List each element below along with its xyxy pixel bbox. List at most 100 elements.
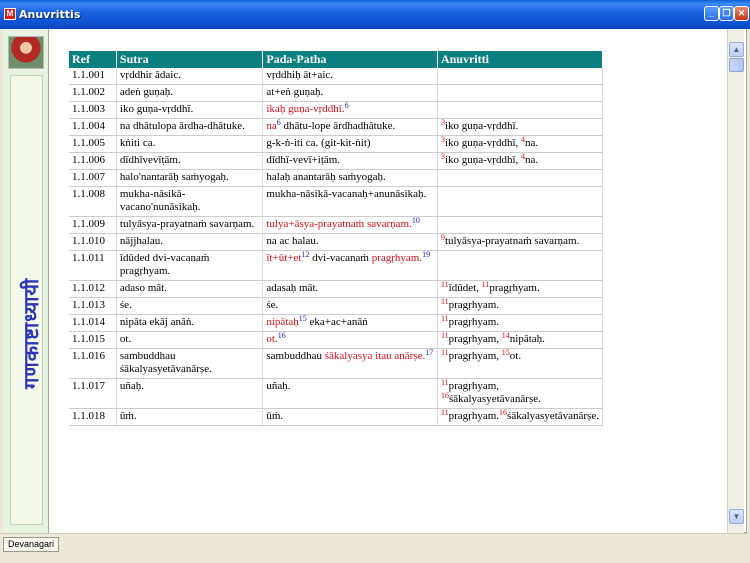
cell-ref: 1.1.014 [69,314,117,332]
table-row[interactable]: 1.1.003 iko guṇa-vṛddhī. ikaḥ guṇa-vṛddhī.… [69,101,604,119]
cell-sutra: īdūded dvi-vacanaṁ pragṛhyam. [116,250,264,281]
table-row[interactable]: 1.1.004 na dhātulopa ārdha-dhātuke. na6 dh… [69,118,604,136]
scroll-up-icon[interactable]: ▲ [729,42,744,57]
minimize-button[interactable]: _ [704,6,719,21]
anuvritti-text-2: na. [525,154,539,166]
window-title: Anuvrittis [19,8,81,21]
anuvritti-text: iko guṇa-vṛddhī, [444,137,522,149]
close-button[interactable]: ✕ [734,6,749,21]
cell-ref: 1.1.016 [69,348,117,379]
anuvritti-ref[interactable]: 11 [441,331,449,340]
cell-anuvritti: 3iko guṇa-vṛddhī, 4na. [437,135,604,153]
side-title: गणकाष्टाध्यायी [19,277,43,389]
anuvritti-text: iko guṇa-vṛddhī, [444,154,522,166]
anuvritti-ref[interactable]: 11 [441,280,449,289]
table-row[interactable]: 1.1.009 tulyāsya-prayatnaṁ savarṇam. tulya… [69,216,604,234]
cell-sutra: nipāta ekāj anāṅ. [116,314,264,332]
table-row[interactable]: 1.1.002 adeṅ guṇaḥ. at+eṅ guṇaḥ. [69,84,604,102]
cell-ref: 1.1.005 [69,135,117,153]
scroll-thumb[interactable] [729,58,744,72]
anuvritti-text: pragṛhyam, [448,380,500,392]
cell-anuvritti: 11īdūdet, 11pragṛhyam. [437,280,604,298]
pada-footnote-ref[interactable]: 16 [278,331,286,340]
table-row[interactable]: 1.1.006 dīdhīvevīṭām. dīdhī-vevī+iṭām. 3iko… [69,152,604,170]
cell-anuvritti: 9tulyāsya-prayatnaṁ savarṇam. [437,233,604,251]
table-row[interactable]: 1.1.007 halo'nantarāḥ saṁyogaḥ. halaḥ anan… [69,169,604,187]
pada-text: mukha-nāsikā-vacanaḥ+anunāsikaḥ. [266,188,427,200]
pada-footnote-ref[interactable]: 15 [299,314,307,323]
avatar-image [8,36,44,69]
cell-pada-patha: uñaḥ. [262,378,438,409]
cell-ref: 1.1.004 [69,118,117,136]
cell-sutra: tulyāsya-prayatnaṁ savarṇam. [116,216,264,234]
cell-anuvritti: 3iko guṇa-vṛddhī. [437,118,604,136]
table-row[interactable]: 1.1.012 adaso māt. adasaḥ māt. 11īdūdet, 11… [69,280,604,298]
anuvritti-ref-2[interactable]: 14 [502,331,510,340]
devanagari-tab[interactable]: Devanagari [3,537,60,552]
table-row[interactable]: 1.1.011 īdūded dvi-vacanaṁ pragṛhyam. īt+ū… [69,250,604,281]
cell-sutra: uñaḥ. [116,378,264,409]
cell-ref: 1.1.006 [69,152,117,170]
cell-pada-patha: adasaḥ māt. [262,280,438,298]
table-row[interactable]: 1.1.005 kṅiti ca. g-k-ṅ-iti ca. (git-kit-ṅ… [69,135,604,153]
anuvritti-ref[interactable]: 11 [441,297,449,306]
pada-text: dīdhī-vevī+iṭām. [266,154,341,166]
pada-text: vṛddhiḥ āt+aic. [266,69,334,81]
table-row[interactable]: 1.1.010 nājjhalau. na ac halau. 9tulyāsya-p… [69,233,604,251]
anuvritti-ref[interactable]: 11 [441,408,449,417]
pada-text: at+eṅ guṇaḥ. [266,86,324,98]
table-row[interactable]: 1.1.013 śe. śe. 11pragṛhyam. [69,297,604,315]
anuvritti-ref-2[interactable]: 16 [499,408,507,417]
cell-pada-patha: ot.16 [262,331,438,349]
header-anuvritti[interactable]: Anuvritti [437,51,604,68]
cell-pada-patha: īt+ūt+et12 dvi-vacanaṁ pragṛhyam.19 [262,250,438,281]
vertical-scrollbar[interactable]: ▲ ▼ [727,29,744,533]
pada-text: ūṁ. [266,410,284,422]
pada-text-rest: dvi-vacanaṁ [309,252,372,264]
pada-text: sambuddhau [266,350,325,362]
anuvritti-text-2: śākalyasyetāvanārṣe. [507,410,599,422]
table-row[interactable]: 1.1.001 vṛddhir ādaic. vṛddhiḥ āt+aic. [69,68,604,85]
cell-anuvritti [437,101,604,119]
cell-sutra: iko guṇa-vṛddhī. [116,101,264,119]
title-bar[interactable]: M Anuvrittis _ ❐ ✕ [0,0,750,29]
pada-highlight: īt+ūt+et [266,252,302,264]
app-icon: M [4,8,16,20]
pada-footnote-ref[interactable]: 6 [345,101,349,110]
pada-text-rest: eka+ac+anāṅ [306,316,368,328]
left-panel: गणकाष्टाध्यायी [3,29,49,533]
content-pane: Ref Sutra Pada-Patha Anuvritti 1.1.001 vṛ… [49,29,727,533]
cell-ref: 1.1.010 [69,233,117,251]
restore-button[interactable]: ❐ [719,6,734,21]
cell-ref: 1.1.011 [69,250,117,281]
table-row[interactable]: 1.1.008 mukha-nāsikā-vacano'nunāsikaḥ. muk… [69,186,604,217]
anuvritti-ref[interactable]: 11 [441,378,449,387]
cell-anuvritti: 11pragṛhyam, 16śākalyasyetāvanārṣe. [437,378,604,409]
cell-sutra: dīdhīvevīṭām. [116,152,264,170]
anuvritti-ref[interactable]: 11 [441,348,449,357]
cell-anuvritti [437,68,604,85]
cell-ref: 1.1.018 [69,408,117,426]
anuvritti-ref-2[interactable]: 15 [502,348,510,357]
cell-sutra: vṛddhir ādaic. [116,68,264,85]
anuvritti-ref[interactable]: 11 [441,314,449,323]
cell-ref: 1.1.002 [69,84,117,102]
table-row[interactable]: 1.1.016 sambuddhau śākalyasyetāvanārṣe. sa… [69,348,604,379]
header-sutra[interactable]: Sutra [116,51,264,68]
header-ref[interactable]: Ref [69,51,117,68]
table-row[interactable]: 1.1.017 uñaḥ. uñaḥ. 11pragṛhyam, 16śākalyasy… [69,378,604,409]
anuvritti-text: pragṛhyam, [448,350,502,362]
cell-pada-patha: halaḥ anantarāḥ saṁyogaḥ. [262,169,438,187]
table-row[interactable]: 1.1.015 ot. ot.16 11pragṛhyam, 14nipātaḥ. [69,331,604,349]
table-row[interactable]: 1.1.014 nipāta ekāj anāṅ. nipātaḥ15 eka+ac… [69,314,604,332]
pada-footnote-ref-2[interactable]: 17 [425,348,433,357]
pada-text: uñaḥ. [266,380,291,392]
header-pada-patha[interactable]: Pada-Patha [262,51,438,68]
pada-footnote-ref[interactable]: 10 [412,216,420,225]
scroll-down-icon[interactable]: ▼ [729,509,744,524]
anuvritti-ref-2[interactable]: 16 [441,391,449,400]
pada-footnote-ref-2[interactable]: 19 [422,250,430,259]
table-row[interactable]: 1.1.018 ūṁ. ūṁ. 11pragṛhyam.16śākalyasyetāv… [69,408,604,426]
cell-pada-patha: vṛddhiḥ āt+aic. [262,68,438,85]
pada-text: g-k-ṅ-iti ca. (git-kit-ṅit) [266,137,371,149]
